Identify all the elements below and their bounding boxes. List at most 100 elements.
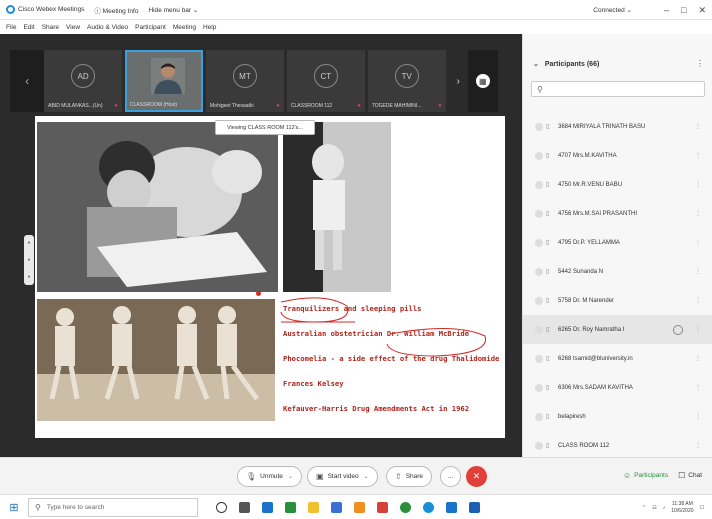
slide-line: Frances Kelsey — [283, 379, 344, 388]
video-tile[interactable]: CT CLASSROOM 112 ● — [286, 50, 365, 112]
app-icon[interactable] — [400, 501, 411, 513]
webex-taskbar-icon[interactable] — [423, 501, 434, 513]
more-options-button[interactable]: ... — [440, 466, 461, 487]
participants-header[interactable]: ⌄ Participants (66) — [533, 60, 599, 68]
participant-row[interactable]: ▯ 4750 Mr.R.VENU BABU ⋮ — [523, 170, 712, 199]
mic-muted-icon: ⋮ — [695, 385, 701, 391]
leave-meeting-button[interactable]: ✕ — [466, 466, 487, 487]
maximize-button[interactable]: □ — [681, 5, 686, 15]
hide-menu-bar-button[interactable]: Hide menu bar ⌄ — [148, 6, 198, 14]
participant-name: 6268 tsamid@bluniversity.in — [558, 355, 633, 362]
participant-name: 4756 Mrs.M.SAI PRASANTHI — [558, 210, 638, 217]
network-icon[interactable]: ☷ — [652, 505, 656, 511]
task-view-icon[interactable] — [239, 501, 250, 513]
mic-muted-icon: ● — [438, 103, 442, 109]
avatar: TV — [394, 64, 419, 88]
menu-file[interactable]: File — [6, 24, 16, 31]
participant-name: 6306 Mrs.SADAM KAVITHA — [558, 384, 633, 391]
app-icon[interactable] — [446, 501, 457, 513]
participant-row[interactable]: ▯ 6268 tsamid@bluniversity.in ⋮ — [523, 344, 712, 373]
participant-list: ▯ 3684 MIRIYALA TRINATH BASU ⋮ ▯ 4707 Mrs.M.… — [523, 112, 712, 460]
avatar — [535, 267, 543, 276]
participant-row[interactable]: ▯ 6306 Mrs.SADAM KAVITHA ⋮ — [523, 373, 712, 402]
app-icon[interactable] — [377, 501, 388, 513]
device-icon: ▯ — [546, 385, 550, 391]
share-button[interactable]: ⇧ Share — [386, 466, 433, 487]
participant-row[interactable]: ▯ 4756 Mrs.M.SAI PRASANTHI ⋮ — [523, 199, 712, 228]
taskbar-clock[interactable]: 11:38 AM 10/6/2020 — [671, 501, 693, 515]
panel-menu-icon[interactable]: ⋮ — [696, 59, 704, 68]
video-layout-button[interactable]: ▦ — [467, 50, 499, 112]
device-icon: ▯ — [546, 240, 550, 246]
menu-help[interactable]: Help — [203, 24, 216, 31]
participant-row[interactable]: ▯ CLASS ROOM 112 ⋮ — [523, 431, 712, 460]
viewing-tooltip: Viewing CLASS ROOM 112's... — [215, 120, 315, 135]
strip-next-button[interactable]: › — [449, 50, 468, 112]
participants-tab-label: Participants — [634, 472, 669, 479]
store-icon[interactable] — [331, 501, 342, 513]
chat-tab-button[interactable]: ☐ Chat — [678, 471, 702, 480]
taskbar-search-box[interactable]: ⚲ Type here to search — [28, 497, 198, 517]
close-window-button[interactable]: ✕ — [698, 5, 706, 16]
mic-muted-icon: ⋮ — [695, 356, 701, 362]
device-icon: ▯ — [546, 153, 550, 159]
participant-name: 6265 Dr. Roy Namratha I — [558, 326, 625, 333]
volume-icon[interactable]: ♪ — [663, 505, 666, 511]
menu-view[interactable]: View — [66, 24, 80, 31]
participants-tab-button[interactable]: ☺ Participants — [623, 471, 668, 480]
meeting-info-button[interactable]: ⓘ Meeting Info — [94, 5, 138, 15]
tile-name: TOGEDE MAHIMINI... — [371, 103, 422, 109]
menu-audio-video[interactable]: Audio & Video — [87, 24, 128, 31]
webex-logo-icon — [6, 5, 15, 14]
device-icon: ▯ — [546, 414, 550, 420]
participant-row[interactable]: ▯ 5442 Sunanda N ⋮ — [523, 257, 712, 286]
file-explorer-icon[interactable] — [308, 501, 319, 513]
edge-icon[interactable] — [262, 501, 273, 513]
avatar — [535, 296, 543, 305]
participant-row[interactable]: ▯ 5758 Dr. M Narender ⋮ — [523, 286, 712, 315]
participant-row[interactable]: ▯ 6265 Dr. Roy Namratha I ⋮ — [523, 315, 712, 344]
presenter-video — [151, 58, 186, 94]
strip-prev-button[interactable]: ‹ — [10, 50, 45, 112]
start-video-button[interactable]: ▣ Start video ⌄ — [307, 466, 378, 487]
video-tile[interactable]: AD ABID MULANKAS...(Un) ● — [44, 50, 123, 112]
participant-name: 5758 Dr. M Narender — [558, 297, 615, 304]
device-icon: ▯ — [546, 327, 550, 333]
device-icon: ▯ — [546, 298, 550, 304]
search-icon: ⚲ — [537, 84, 543, 94]
video-tile[interactable]: MT Mohigeet Thesaatki ● — [206, 50, 284, 112]
menu-meeting[interactable]: Meeting — [173, 24, 196, 31]
system-tray: ⌃ ☷ ♪ 11:38 AM 10/6/2020 ☐ — [642, 495, 704, 519]
app-icon[interactable] — [285, 501, 296, 513]
start-button[interactable]: ⊞ — [0, 495, 28, 519]
menu-participant[interactable]: Participant — [135, 24, 166, 31]
participant-search-input[interactable]: ⚲ — [531, 81, 705, 97]
taskbar-apps — [216, 501, 480, 513]
minimize-button[interactable]: – — [664, 5, 669, 15]
participant-row[interactable]: ▯ 3684 MIRIYALA TRINATH BASU ⋮ — [523, 112, 712, 141]
tray-expand-icon[interactable]: ⌃ — [642, 505, 646, 511]
participant-row[interactable]: ▯ belapiresh ⋮ — [523, 402, 712, 431]
participant-row[interactable]: ▯ 4707 Mrs.M.KAVITHA ⋮ — [523, 141, 712, 170]
video-tile[interactable]: TV TOGEDE MAHIMINI... ● — [367, 50, 446, 112]
video-tile-active[interactable]: CLASSROOM (Host) — [125, 50, 204, 112]
app-icon[interactable] — [469, 501, 480, 513]
mic-muted-icon: ⋮ — [695, 443, 701, 449]
menu-share[interactable]: Share — [42, 24, 59, 31]
cortana-icon[interactable] — [216, 501, 227, 513]
shared-slide: Tranquilizers and sleeping pills Austral… — [35, 116, 505, 438]
windows-logo-icon: ⊞ — [9, 501, 19, 514]
connection-status[interactable]: Connected ⌄ — [593, 6, 632, 14]
menu-edit[interactable]: Edit — [23, 24, 34, 31]
side-collapse-handle[interactable]: ● ● ● — [24, 235, 34, 285]
hover-action-icon[interactable] — [673, 324, 683, 335]
unmute-button[interactable]: 🎙 Unmute ⌄ — [237, 466, 302, 487]
participant-row[interactable]: ▯ 4795 Dr.P. YELLAMMA ⋮ — [523, 228, 712, 257]
slide-line: Tranquilizers and sleeping pills — [283, 304, 422, 313]
dot-icon: ● — [27, 240, 31, 247]
layout-icon: ▦ — [475, 74, 490, 88]
app-icon[interactable] — [354, 501, 365, 513]
avatar — [535, 383, 543, 392]
notifications-icon[interactable]: ☐ — [700, 505, 704, 511]
panel-footer: ☺ Participants ☐ Chat — [522, 457, 712, 494]
